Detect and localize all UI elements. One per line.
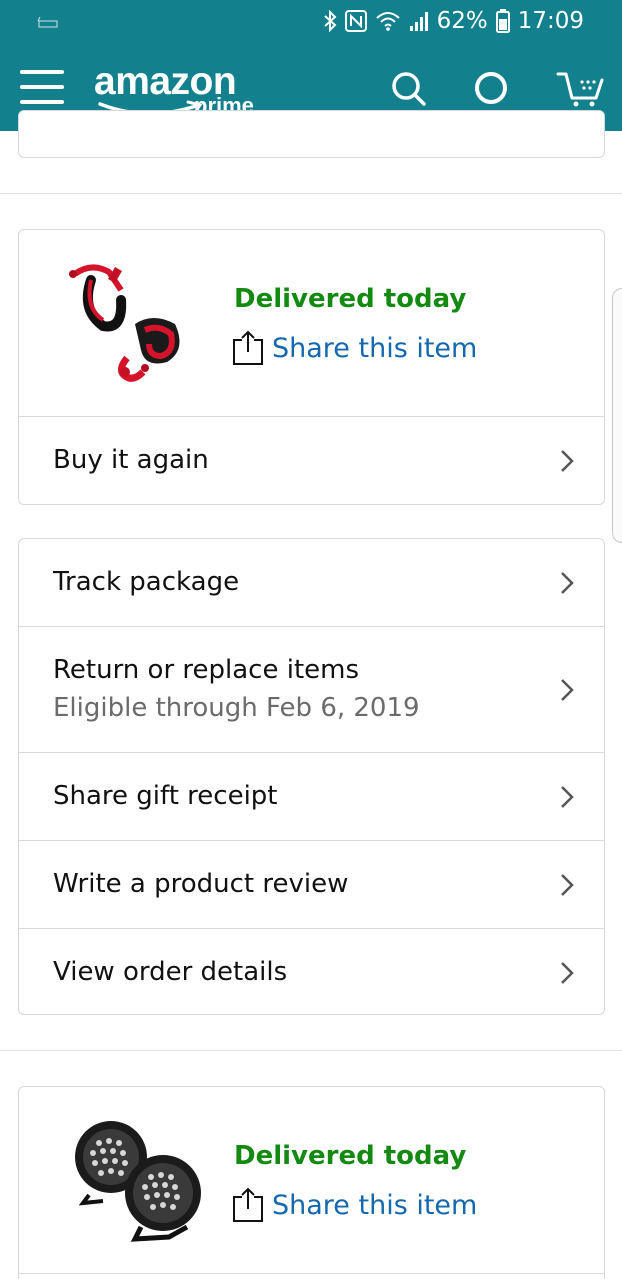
cart-icon[interactable] xyxy=(556,68,606,108)
share-item-link[interactable]: Share this item xyxy=(232,1187,477,1223)
share-gift-receipt-label: Share gift receipt xyxy=(53,781,278,811)
return-replace-row[interactable]: Return or replace items Eligible through… xyxy=(19,626,604,752)
menu-icon[interactable] xyxy=(20,70,64,104)
view-order-details-row[interactable]: View order details xyxy=(19,928,604,1015)
write-review-row[interactable]: Write a product review xyxy=(19,840,604,928)
status-bar: 62% 17:09 xyxy=(0,0,622,44)
battery-icon xyxy=(495,9,510,33)
order-actions-card: Track package Return or replace items El… xyxy=(18,538,605,1015)
bluetooth-icon xyxy=(323,10,337,32)
chevron-right-icon xyxy=(561,679,574,701)
delivery-status: Delivered today xyxy=(234,284,467,314)
buy-again-row[interactable]: Buy it again xyxy=(19,416,604,505)
write-review-label: Write a product review xyxy=(53,869,349,899)
return-replace-label: Return or replace items xyxy=(53,655,360,685)
chevron-right-icon xyxy=(561,450,574,472)
chevron-right-icon xyxy=(561,786,574,808)
buy-again-label: Buy it again xyxy=(53,445,209,475)
chevron-right-icon xyxy=(561,874,574,896)
view-order-details-label: View order details xyxy=(53,957,288,987)
track-package-row[interactable]: Track package xyxy=(19,539,604,626)
product-image-led-lights[interactable] xyxy=(63,1115,213,1251)
share-item-link[interactable]: Share this item xyxy=(232,330,477,366)
wifi-icon xyxy=(375,10,401,32)
chevron-right-icon xyxy=(561,572,574,594)
order-item-card: Delivered today Share this item xyxy=(18,1086,605,1279)
delivery-status: Delivered today xyxy=(234,1141,467,1171)
section-divider xyxy=(0,1050,622,1051)
share-item-label: Share this item xyxy=(272,1189,478,1221)
section-divider xyxy=(0,193,622,194)
share-icon xyxy=(233,1187,263,1222)
search-icon[interactable] xyxy=(388,68,428,108)
side-panel-handle[interactable] xyxy=(612,288,622,543)
share-gift-receipt-row[interactable]: Share gift receipt xyxy=(19,752,604,840)
nfc-icon xyxy=(344,10,367,32)
return-eligibility-text: Eligible through Feb 6, 2019 xyxy=(53,693,420,723)
share-icon xyxy=(233,330,263,365)
battery-percent: 62% xyxy=(436,8,488,34)
track-package-label: Track package xyxy=(53,567,240,597)
clock: 17:09 xyxy=(517,8,584,34)
alexa-icon[interactable] xyxy=(471,68,511,108)
buy-again-row[interactable] xyxy=(19,1273,604,1279)
previous-card-bottom xyxy=(18,110,605,158)
signal-icon xyxy=(409,10,429,32)
amazon-notification-icon xyxy=(36,12,60,30)
product-image-shackles[interactable] xyxy=(63,260,193,390)
share-item-label: Share this item xyxy=(272,332,478,364)
chevron-right-icon xyxy=(561,962,574,984)
order-item-card: Delivered today Share this item Buy it a… xyxy=(18,229,605,505)
